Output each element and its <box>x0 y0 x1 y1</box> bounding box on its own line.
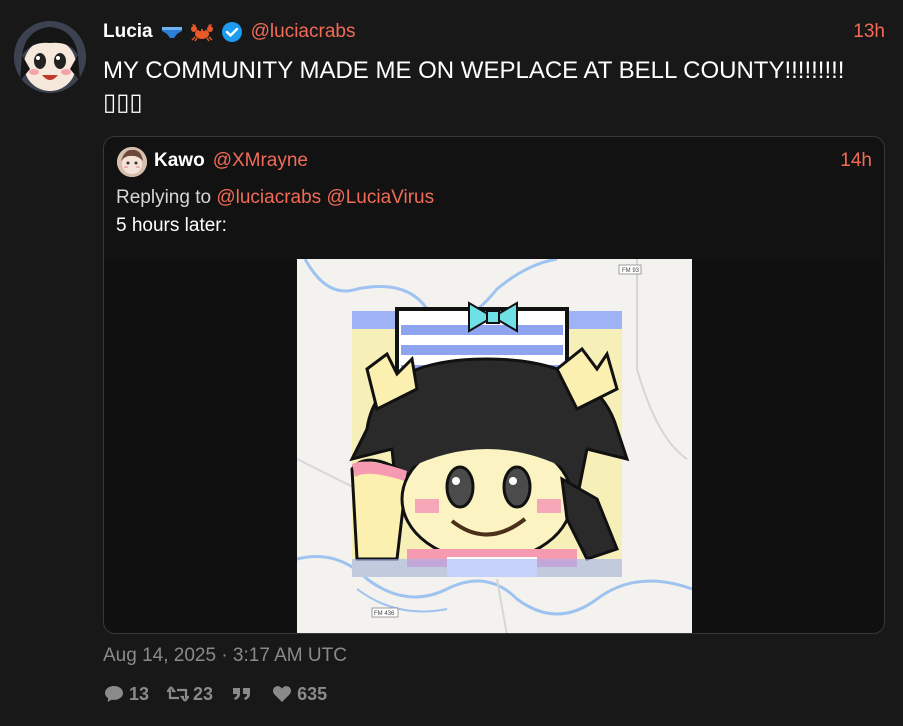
replying-to-line: Replying to @luciacrabs @LuciaVirus <box>116 187 434 209</box>
map-label-fm93: FM 93 <box>622 268 640 274</box>
quoted-tweet-text: 5 hours later: <box>116 215 227 236</box>
author-handle[interactable]: @luciacrabs <box>251 21 356 43</box>
map-label-fm436: FM 436 <box>374 611 395 617</box>
quoted-author-avatar[interactable] <box>117 147 147 177</box>
crab-emoji-icon <box>190 22 213 42</box>
retweet-icon <box>167 684 190 704</box>
author-display-name[interactable]: Lucia <box>103 21 153 43</box>
quoted-tweet-timestamp[interactable]: 14h <box>840 150 872 172</box>
tweet-date[interactable]: Aug 14, 2025 · 3:17 AM UTC <box>103 645 347 667</box>
tweet-header: Lucia @luciacrabs 13h <box>103 19 885 45</box>
underwear-emoji-icon <box>161 25 183 39</box>
tweet: Lucia @luciacrabs 13h MY COMMUNITY MADE … <box>0 0 903 726</box>
quoted-author-handle[interactable]: @XMrayne <box>213 150 308 172</box>
retweet-count: 23 <box>193 683 214 704</box>
quoted-tweet-header: Kawo @XMrayne 14h <box>154 149 872 173</box>
verified-check-icon <box>221 21 243 43</box>
author-avatar[interactable] <box>14 21 86 93</box>
reply-icon <box>103 684 125 704</box>
quoted-tweet[interactable]: Kawo @XMrayne 14h Replying to @luciacrab… <box>103 136 885 634</box>
quoted-media-container: FM 93 FM 436 <box>104 259 884 633</box>
reply-stat[interactable]: 13 <box>103 684 149 705</box>
heart-icon <box>271 684 293 704</box>
quote-icon <box>231 684 253 704</box>
tweet-stats: 13 23 635 <box>103 682 345 706</box>
like-stat[interactable]: 635 <box>271 684 327 705</box>
retweet-stat[interactable]: 23 <box>167 684 213 705</box>
like-count: 635 <box>297 683 328 704</box>
reply-count: 13 <box>129 683 150 704</box>
replying-to-label: Replying to <box>116 187 212 208</box>
mention-link[interactable]: @luciacrabs <box>216 187 321 208</box>
tweet-text: MY COMMUNITY MADE ME ON WEPLACE AT BELL … <box>103 57 845 116</box>
quoted-author-display-name[interactable]: Kawo <box>154 150 205 172</box>
quote-stat[interactable] <box>231 684 253 704</box>
mention-link[interactable]: @LuciaVirus <box>326 187 434 208</box>
tweet-timestamp[interactable]: 13h <box>853 21 885 43</box>
quoted-media-image[interactable]: FM 93 FM 436 <box>297 259 692 633</box>
